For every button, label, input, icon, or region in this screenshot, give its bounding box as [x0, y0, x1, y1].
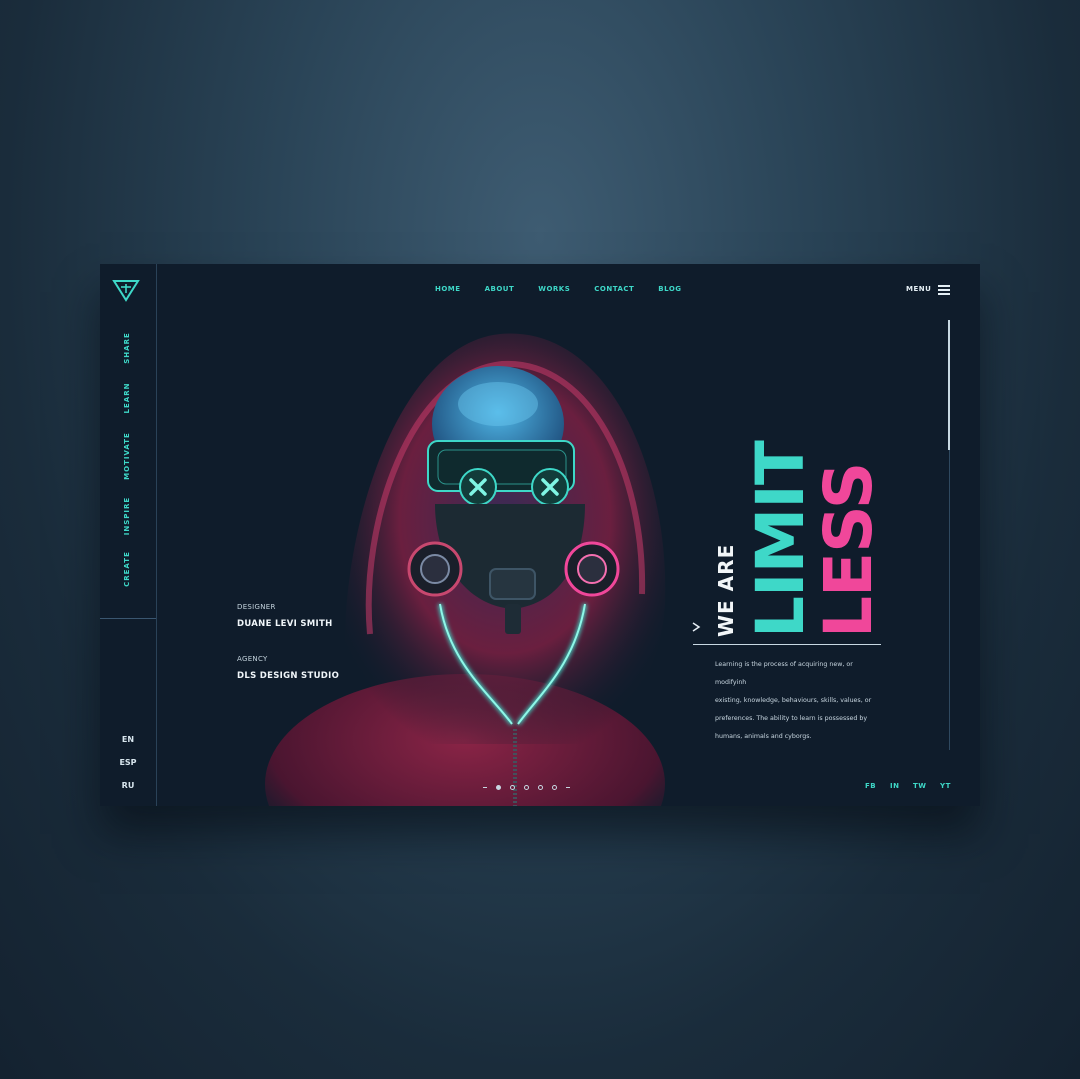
landing-page-card: SHARE LEARN MOTIVATE INSPIRE CREATE EN E… [100, 264, 980, 806]
we-are-heading: WE ARE [714, 543, 738, 637]
description-line: preferences. The ability to learn is pos… [715, 715, 868, 722]
sidebar-item-share[interactable]: SHARE [123, 332, 131, 364]
title-underline [693, 644, 881, 645]
social-facebook[interactable]: FB [865, 782, 876, 790]
nav-about[interactable]: ABOUT [485, 285, 515, 293]
nav-home[interactable]: HOME [435, 285, 461, 293]
description-line: Learning is the process of acquiring new… [715, 661, 853, 686]
sidebar-divider [100, 618, 156, 619]
language-ru[interactable]: RU [100, 781, 156, 790]
scroll-track [949, 450, 950, 750]
pager-dot-3[interactable] [524, 785, 529, 790]
nav-blog[interactable]: BLOG [658, 285, 681, 293]
nav-contact[interactable]: CONTACT [594, 285, 634, 293]
sidebar-item-learn[interactable]: LEARN [123, 383, 131, 414]
social-instagram[interactable]: IN [890, 782, 899, 790]
designer-name: DUANE LEVI SMITH [237, 619, 333, 629]
sidebar-item-motivate[interactable]: MOTIVATE [123, 432, 131, 480]
hamburger-menu-icon[interactable] [938, 285, 950, 295]
hero-description: Learning is the process of acquiring new… [715, 656, 885, 746]
language-en[interactable]: EN [100, 735, 156, 744]
description-line: existing, knowledge, behaviours, skills,… [715, 697, 872, 704]
sidebar-item-inspire[interactable]: INSPIRE [123, 497, 131, 535]
menu-label[interactable]: MENU [906, 285, 931, 293]
pager-dash [566, 787, 570, 788]
pager-dot-2[interactable] [510, 785, 515, 790]
slide-pager [483, 785, 570, 790]
pager-dot-1[interactable] [496, 785, 501, 790]
description-line: humans, animals and cyborgs. [715, 733, 812, 740]
pager-dot-4[interactable] [538, 785, 543, 790]
pager-dash [483, 787, 487, 788]
pager-dot-5[interactable] [552, 785, 557, 790]
less-heading: LESS [810, 462, 887, 638]
triangle-logo-icon[interactable] [112, 278, 140, 302]
sidebar-item-create[interactable]: CREATE [123, 551, 131, 587]
left-sidebar: SHARE LEARN MOTIVATE INSPIRE CREATE EN E… [100, 264, 157, 806]
limit-heading: LIMIT [742, 441, 819, 638]
top-navigation: HOME ABOUT WORKS CONTACT BLOG [435, 285, 706, 293]
social-twitter[interactable]: TW [913, 782, 927, 790]
agency-label: AGENCY [237, 655, 268, 663]
play-arrow-icon[interactable] [691, 622, 701, 632]
nav-works[interactable]: WORKS [538, 285, 570, 293]
social-youtube[interactable]: YT [940, 782, 951, 790]
agency-name: DLS DESIGN STUDIO [237, 671, 340, 681]
scroll-indicator[interactable] [948, 320, 950, 450]
language-esp[interactable]: ESP [100, 758, 156, 767]
designer-label: DESIGNER [237, 603, 276, 611]
